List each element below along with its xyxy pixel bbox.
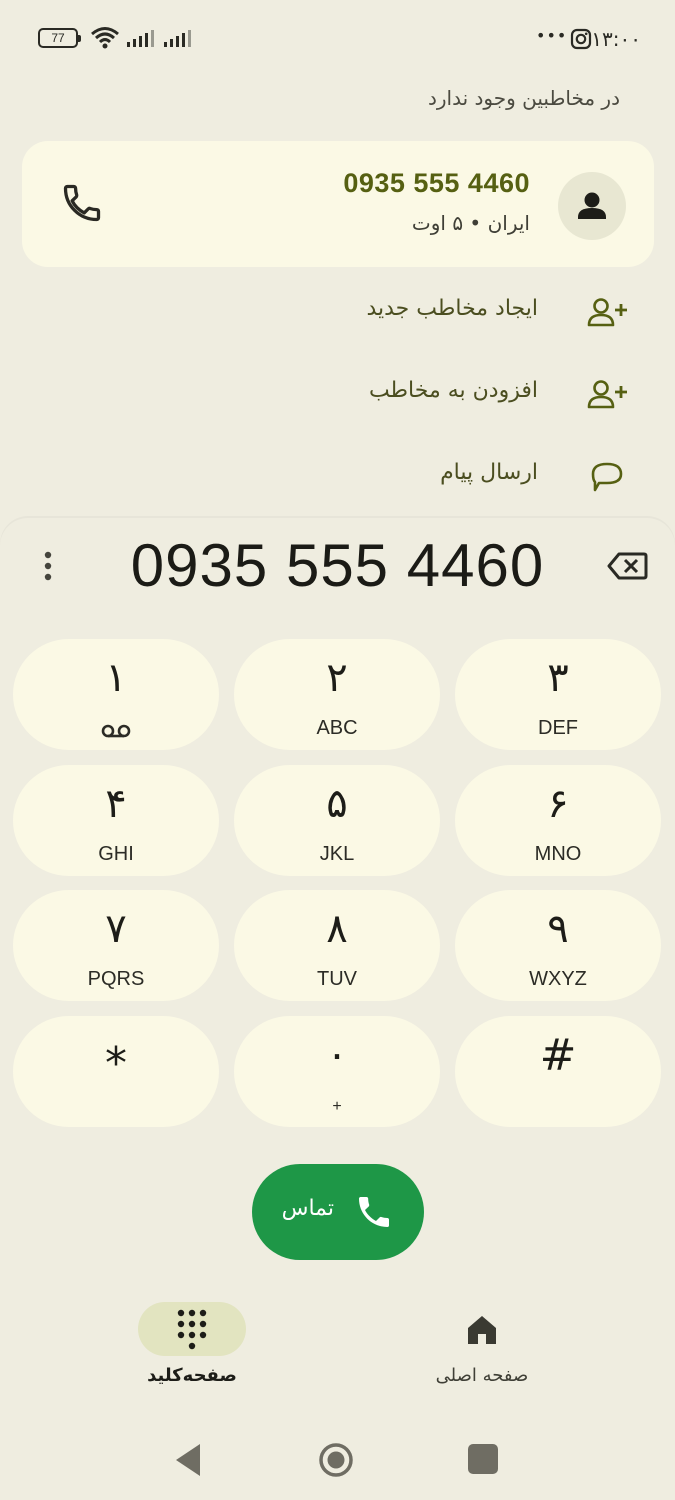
key-digit: # xyxy=(539,1030,577,1081)
voicemail-icon xyxy=(101,724,131,738)
not-in-contacts-label: در مخاطبین وجود ندارد xyxy=(427,86,620,110)
key-6[interactable]: ۶ MNO xyxy=(455,765,661,876)
key-star[interactable]: * xyxy=(13,1016,219,1127)
status-bar: 77 ••• ۱۳:۰۰ xyxy=(0,0,675,78)
key-digit: ۹ xyxy=(547,906,569,952)
key-letters: PQRS xyxy=(87,968,145,990)
key-9[interactable]: ۹ WXYZ xyxy=(455,890,661,1001)
person-add-icon xyxy=(587,380,627,409)
key-letters: DEF xyxy=(538,717,578,739)
call-button[interactable]: تماس xyxy=(252,1164,424,1260)
dialed-number[interactable]: 0935 555 4460 xyxy=(100,531,575,600)
key-4[interactable]: ۴ GHI xyxy=(13,765,219,876)
back-icon[interactable] xyxy=(170,1440,206,1480)
key-hash[interactable]: # xyxy=(455,1016,661,1127)
key-digit: ۷ xyxy=(105,906,127,952)
key-7[interactable]: ۷ PQRS xyxy=(13,890,219,1001)
key-digit: ۴ xyxy=(105,781,127,827)
send-message-row[interactable]: ارسال پیام xyxy=(0,442,675,512)
key-digit: * xyxy=(105,1038,127,1089)
create-contact-row[interactable]: ایجاد مخاطب جدید xyxy=(0,278,675,348)
key-digit: ۲ xyxy=(326,655,348,701)
search-result-card[interactable]: 0935 555 4460 ایران • ۵ اوت xyxy=(22,141,654,267)
key-digit: ۳ xyxy=(547,655,569,701)
key-letters: + xyxy=(332,1098,342,1115)
add-to-contact-row[interactable]: افزودن به مخاطب xyxy=(0,360,675,430)
key-letters: GHI xyxy=(98,843,134,865)
call-label: تماس xyxy=(281,1196,334,1221)
home-icon[interactable] xyxy=(462,1310,502,1350)
phone-icon xyxy=(359,1197,389,1227)
result-number: 0935 555 4460 xyxy=(343,168,530,198)
person-icon xyxy=(578,192,606,219)
key-digit: ۰ xyxy=(326,1032,348,1078)
person-add-icon xyxy=(587,298,627,327)
home-button-icon[interactable] xyxy=(316,1440,356,1480)
signal-icon-2 xyxy=(164,30,191,47)
nav-keypad-label[interactable]: صفحه‌کلید xyxy=(120,1365,264,1386)
message-icon xyxy=(591,462,623,492)
phone-icon[interactable] xyxy=(60,181,104,225)
wifi-icon xyxy=(91,27,119,49)
clock: ۱۳:۰۰ xyxy=(591,27,641,51)
result-subtitle: ایران • ۵ اوت xyxy=(411,211,530,235)
add-to-contact-label: افزودن به مخاطب xyxy=(368,378,538,403)
nav-home-label[interactable]: صفحه اصلی xyxy=(412,1365,552,1386)
key-letters: TUV xyxy=(317,968,357,990)
key-0[interactable]: ۰ + xyxy=(234,1016,440,1127)
backspace-icon[interactable] xyxy=(606,546,650,586)
more-vert-icon[interactable] xyxy=(34,546,62,586)
key-letters: WXYZ xyxy=(529,968,587,990)
key-letters: ABC xyxy=(316,717,358,739)
dialpad-icon xyxy=(177,1309,207,1350)
notification-dots: ••• xyxy=(536,26,568,45)
key-digit: ۶ xyxy=(547,781,569,827)
key-8[interactable]: ۸ TUV xyxy=(234,890,440,1001)
key-1[interactable]: ۱ xyxy=(13,639,219,750)
key-digit: ۱ xyxy=(105,655,127,701)
key-2[interactable]: ۲ ABC xyxy=(234,639,440,750)
key-3[interactable]: ۳ DEF xyxy=(455,639,661,750)
key-5[interactable]: ۵ JKL xyxy=(234,765,440,876)
create-contact-label: ایجاد مخاطب جدید xyxy=(366,296,538,321)
signal-icon xyxy=(127,30,154,47)
battery-icon: 77 xyxy=(38,28,81,48)
send-message-label: ارسال پیام xyxy=(440,460,538,485)
avatar xyxy=(558,172,626,240)
key-digit: ۸ xyxy=(326,906,348,952)
key-letters: JKL xyxy=(319,843,355,865)
key-letters: MNO xyxy=(534,843,582,865)
key-digit: ۵ xyxy=(326,781,348,827)
instagram-icon xyxy=(570,28,592,50)
recents-icon[interactable] xyxy=(468,1444,498,1474)
